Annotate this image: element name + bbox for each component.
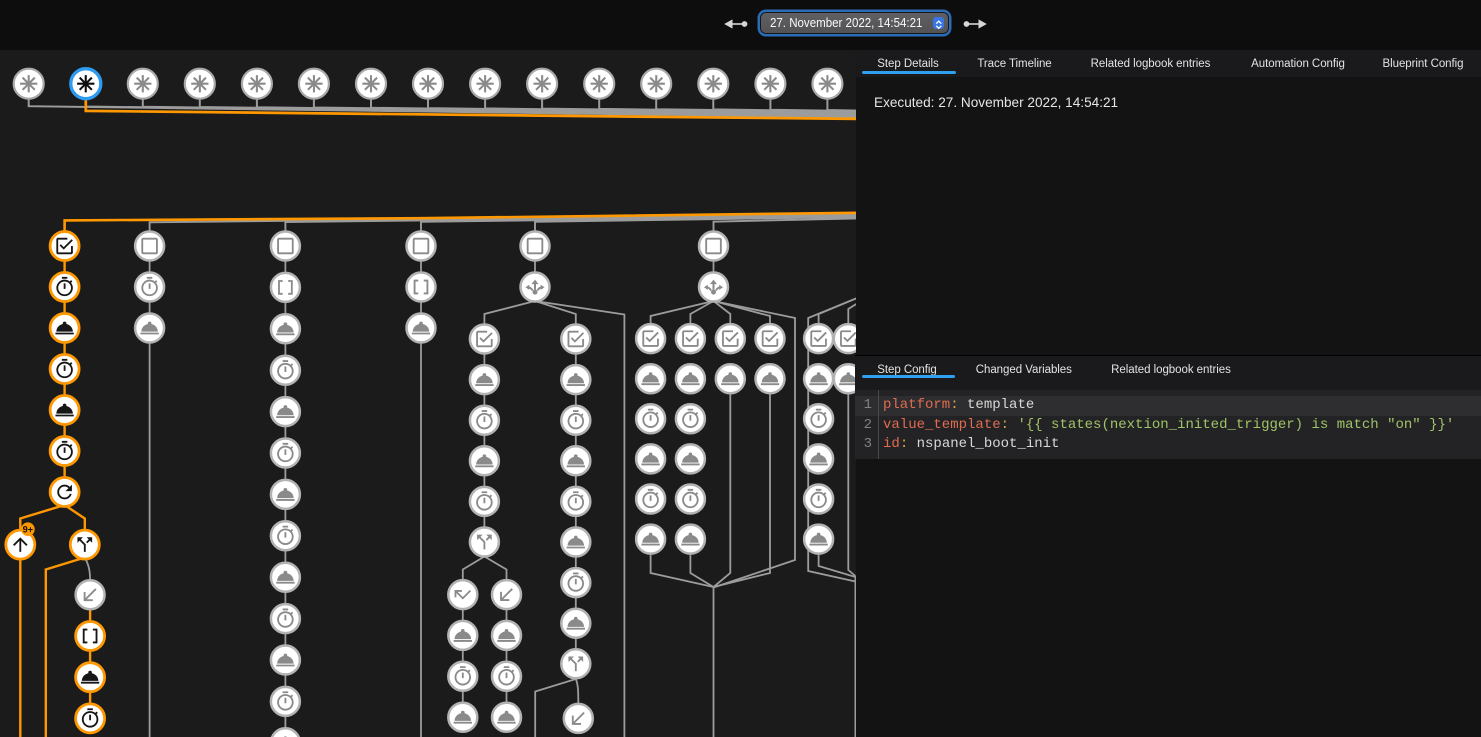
svg-text:9+: 9+: [23, 524, 33, 534]
